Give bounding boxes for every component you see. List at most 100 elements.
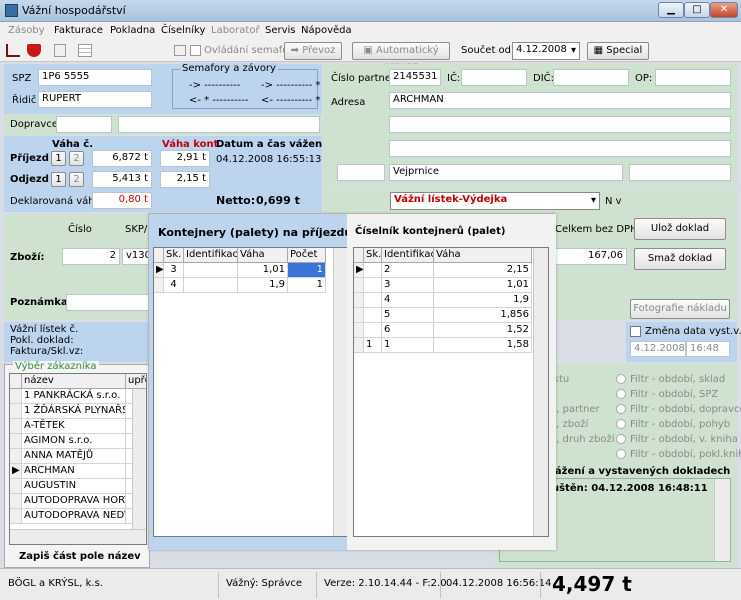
cislo-partnera-input[interactable]: 2145531 [389, 69, 441, 86]
celkem-value[interactable]: 167,06 [555, 248, 627, 265]
zmena-date[interactable]: 4.12.2008 [630, 341, 686, 357]
filter-radio[interactable] [616, 434, 626, 444]
zmena-checkbox[interactable] [630, 326, 641, 337]
right-col-sk[interactable]: Sk. [364, 248, 382, 263]
customer-row[interactable]: AUTODOPRAVA HORT [10, 494, 146, 509]
deklar-label: Deklarovaná váha: [10, 196, 105, 207]
odjezd-scale1-button[interactable]: 1 [51, 172, 66, 187]
city-input[interactable]: Vejprnice [389, 164, 623, 181]
printer-icon[interactable] [174, 45, 186, 56]
right-row[interactable]: 1 1 1,58 [354, 338, 534, 353]
prijezd-scale1-button[interactable]: 1 [51, 151, 66, 166]
col-upre[interactable]: upře [126, 374, 146, 389]
customer-row[interactable]: AUGUSTIN [10, 479, 146, 494]
deklar-value[interactable]: 0,80 t [92, 192, 152, 209]
filter-radio[interactable] [616, 449, 626, 459]
prijezd-scale2-button[interactable]: 2 [69, 151, 84, 166]
left-col-ident[interactable]: Identifikace [184, 248, 238, 263]
odjezd-kont[interactable]: 2,15 t [160, 171, 210, 188]
menu-servis[interactable]: Servis [265, 25, 296, 36]
row-indicator [10, 389, 22, 404]
adresa-line3[interactable] [389, 140, 731, 157]
menu-fakturace[interactable]: Fakturace [54, 25, 103, 36]
semafor-4: <- ---------- * [261, 95, 321, 106]
odjezd-weight[interactable]: 5,413 t [92, 171, 152, 188]
row-indicator: ▶ [154, 263, 164, 278]
customer-row[interactable]: A-TĚTEK [10, 419, 146, 434]
col-nazev[interactable]: název [22, 374, 126, 389]
smaz-button[interactable]: Smaž doklad [634, 248, 726, 270]
right-row[interactable]: 4 1,9 [354, 293, 534, 308]
doc-type-select[interactable]: Vážní lístek-Výdejka ▾ [390, 192, 600, 210]
customer-panel: Výběr zákazníka název upře 1 PANKRÁCKÁ s… [4, 361, 150, 568]
right-row[interactable]: ▶ 2 2,15 [354, 263, 534, 278]
filter-left-label: bí, druh zboží [547, 434, 615, 445]
soucet-date-picker[interactable]: 4.12.2008 ▾ [512, 42, 580, 60]
filter-radio[interactable] [616, 404, 626, 414]
filter-radio[interactable] [616, 389, 626, 399]
dic-input[interactable] [553, 69, 629, 86]
zbozi-num-input[interactable]: 2 [62, 248, 120, 265]
odjezd-scale2-button[interactable]: 2 [69, 172, 84, 187]
minimize-button[interactable]: ▁ [658, 2, 684, 18]
ic-input[interactable] [461, 69, 527, 86]
adresa-line2[interactable] [389, 116, 731, 133]
left-row[interactable]: ▶ 3 1,01 1 [154, 263, 334, 278]
auto-button[interactable]: ▣ Automatický provoz [352, 42, 450, 72]
shield-icon[interactable] [27, 44, 41, 57]
table-icon[interactable] [78, 44, 92, 57]
filter-radio[interactable] [616, 374, 626, 384]
ridic-input[interactable]: RUPERT [38, 91, 152, 108]
customer-row[interactable]: AUTODOPRAVA NEDVĚ [10, 509, 146, 524]
left-col-pocet[interactable]: Počet [288, 248, 326, 263]
uloz-button[interactable]: Ulož doklad [634, 218, 726, 240]
right-col-vaha[interactable]: Váha [434, 248, 532, 263]
maximize-button[interactable]: □ [684, 2, 710, 18]
zmena-time[interactable]: 16:48 [686, 341, 730, 357]
poznamka-input[interactable] [66, 294, 150, 311]
left-col-vaha[interactable]: Váha [238, 248, 288, 263]
psc-input[interactable] [337, 164, 385, 181]
spz-input[interactable]: 1P6 5555 [38, 69, 152, 86]
customer-row[interactable]: AGIMON s.r.o. [10, 434, 146, 449]
menu-laborator[interactable]: Laboratoř [211, 25, 260, 36]
right-row[interactable]: 6 1,52 [354, 323, 534, 338]
right-scrollbar[interactable] [533, 248, 548, 536]
dopravce-name-input[interactable] [118, 116, 320, 133]
prevoz-button[interactable]: ➡ Převoz [284, 42, 342, 60]
semafory-group: Semafory a závory -> ---------- -> -----… [172, 63, 321, 109]
customer-row[interactable]: 1 ŽĎÁRSKÁ PLYNAŘSKÁ [10, 404, 146, 419]
customer-name: AUTODOPRAVA HORT [22, 494, 126, 509]
menu-ciselniky[interactable]: Číselníky [161, 25, 205, 36]
customer-row[interactable]: 1 PANKRÁCKÁ s.r.o. [10, 389, 146, 404]
prijezd-kont[interactable]: 2,91 t [160, 150, 210, 167]
goods-cislo-label: Číslo [68, 224, 92, 235]
foto-button[interactable]: Fotografie nákladu [630, 299, 730, 319]
close-button[interactable]: ✕ [710, 2, 738, 18]
op-input[interactable] [655, 69, 731, 86]
dopravce-code-input[interactable] [56, 116, 112, 133]
menu-zasoby[interactable]: Zásoby [8, 25, 45, 36]
adresa-line1[interactable]: ARCHMAN [389, 92, 731, 109]
customer-hscrollbar[interactable] [10, 529, 146, 544]
customer-scrollbar[interactable] [132, 389, 146, 529]
customer-row[interactable]: ▶ ARCHMAN [10, 464, 146, 479]
customer-row[interactable]: ANNA MATĚJŮ [10, 449, 146, 464]
row-indicator [10, 509, 22, 524]
right-col-ident[interactable]: Identifikace [382, 248, 434, 263]
menu-pokladna[interactable]: Pokladna [110, 25, 155, 36]
chart-icon[interactable] [6, 44, 20, 57]
info-scrollbar[interactable] [714, 479, 730, 561]
left-row[interactable]: 4 1,9 1 [154, 278, 334, 293]
prijezd-weight[interactable]: 6,872 t [92, 150, 152, 167]
right-row[interactable]: 5 1,856 [354, 308, 534, 323]
left-col-sk[interactable]: Sk. [164, 248, 184, 263]
country-input[interactable] [629, 164, 731, 181]
right-row[interactable]: 3 1,01 [354, 278, 534, 293]
semafor-checkbox[interactable] [190, 45, 201, 56]
menu-napoveda[interactable]: Nápověda [301, 25, 352, 36]
filter-radio[interactable] [616, 419, 626, 429]
calculator-icon[interactable] [54, 44, 66, 57]
chevron-down-icon: ▾ [590, 195, 596, 206]
special-button[interactable]: ▦ Special [587, 42, 649, 60]
